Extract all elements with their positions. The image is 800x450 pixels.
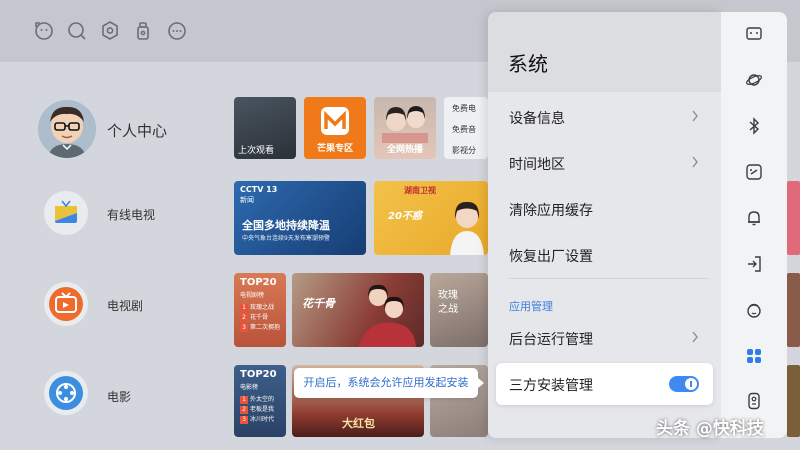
input-source-icon[interactable] (745, 255, 763, 273)
settings-icon[interactable] (98, 19, 122, 43)
rank-item: 冰川时代 (250, 416, 275, 423)
tile-caption: 上次观看 (238, 146, 275, 156)
install-tooltip: 开启后，系统会允许应用发起安装 (294, 368, 484, 398)
rank-sub: 电影榜 (240, 384, 259, 391)
rank-sub: 电视剧榜 (240, 292, 265, 299)
menu-item-label: 时间地区 (509, 157, 565, 173)
sidebar-item-label: 有线电视 (107, 208, 156, 222)
divider (509, 278, 709, 279)
hunan-tv-tile[interactable]: 湖南卫视 20不惑 (374, 181, 488, 255)
poster-image (450, 201, 484, 255)
panel-header: 系统 (488, 12, 721, 92)
rank-item: 玫瑰之战 (250, 304, 275, 311)
tile-caption: 全网热播 (386, 145, 423, 155)
series-icon (49, 287, 83, 321)
bluetooth-icon[interactable] (745, 117, 763, 135)
edge-thumbnail (787, 181, 800, 255)
edge-thumbnail (787, 365, 800, 437)
planet-icon[interactable] (745, 71, 763, 89)
sidebar-item-label: 电影 (107, 390, 132, 404)
refresh-face-icon[interactable] (32, 19, 56, 43)
sidebar-item-cable-tv[interactable] (44, 191, 88, 235)
sidebar-item-movie[interactable] (44, 371, 88, 415)
display-icon[interactable] (745, 25, 763, 43)
menu-item-clear-cache[interactable]: 清除应用缓存 (496, 188, 713, 230)
show-title: 20不惑 (388, 211, 422, 222)
install-toggle[interactable] (669, 376, 699, 392)
menu-item-label: 三方安装管理 (509, 378, 593, 394)
rank-list: 1 外太空的 2 老板是我 3 冰川时代 (240, 395, 274, 425)
sidebar-item-label: 电视剧 (107, 299, 144, 313)
system-settings-panel: 系统 设备信息 时间地区 清除应用缓存 恢复出厂设置 应用管理 后台运行管理 三… (488, 12, 721, 438)
top20-movie-tile[interactable]: TOP20 电影榜 1 外太空的 2 老板是我 3 冰川时代 (234, 365, 286, 437)
menu-item-background-run[interactable]: 后台运行管理 (496, 317, 713, 359)
panel-title: 系统 (508, 52, 548, 76)
recent-watch-tile[interactable]: 上次观看 (234, 97, 296, 159)
rank-item: 花千骨 (250, 314, 269, 321)
hot-tile[interactable]: 全网热播 (374, 97, 436, 159)
news-headline: 全国多地持续降温 (242, 219, 330, 232)
channel-badge: 湖南卫视 (404, 186, 436, 195)
edge-thumbnail (787, 273, 800, 347)
menu-item-label: 清除应用缓存 (509, 203, 593, 219)
chevron-right-icon (692, 331, 698, 343)
poster-title: 玫瑰之战 (438, 290, 458, 315)
menu-item-label: 后台运行管理 (509, 332, 593, 348)
sidebar-item-series[interactable] (44, 282, 88, 326)
rank-title: TOP20 (240, 369, 277, 380)
series-poster-tile[interactable]: 花千骨 (292, 273, 424, 347)
toggle-knob (685, 378, 697, 390)
free-item[interactable]: 影视分 (452, 145, 476, 156)
profile-label[interactable]: 个人中心 (107, 120, 167, 141)
channel-badge: CCTV 13 (240, 185, 278, 194)
rank-list: 1 玫瑰之战 2 花千骨 3 第二次拥抱 (240, 303, 280, 333)
poster-image (358, 284, 416, 347)
menu-item-factory-reset[interactable]: 恢复出厂设置 (496, 234, 713, 276)
avatar[interactable] (38, 100, 96, 158)
clean-icon[interactable] (131, 19, 155, 43)
free-item[interactable]: 免费电 (452, 103, 476, 114)
menu-item-label: 恢复出厂设置 (509, 249, 593, 265)
menu-item-device-info[interactable]: 设备信息 (496, 96, 713, 138)
search-icon[interactable] (65, 19, 89, 43)
tile-caption: 芒果专区 (316, 144, 353, 154)
mango-zone-tile[interactable]: 芒果专区 (304, 97, 366, 159)
rank-title: TOP20 (240, 277, 277, 288)
chevron-right-icon (692, 110, 698, 122)
free-item[interactable]: 免费音 (452, 124, 476, 135)
menu-item-third-party-install[interactable]: 三方安装管理 (496, 363, 713, 405)
rank-item: 老板是我 (250, 406, 275, 413)
face-icon[interactable] (745, 301, 763, 319)
tv-icon (55, 200, 77, 223)
remote-icon[interactable] (745, 392, 763, 410)
poster-title: 大红包 (342, 417, 375, 430)
bell-icon[interactable] (745, 209, 763, 227)
top20-series-tile[interactable]: TOP20 电视剧榜 1 玫瑰之战 2 花千骨 3 第二次拥抱 (234, 273, 286, 347)
rose-war-tile[interactable]: 玫瑰之战 (430, 273, 488, 347)
film-reel-icon (49, 376, 83, 410)
menu-item-label: 设备信息 (509, 111, 565, 127)
apps-grid-icon[interactable] (745, 347, 763, 365)
menu-item-time-region[interactable]: 时间地区 (496, 142, 713, 184)
poster-title: 花千骨 (302, 297, 335, 310)
message-icon[interactable] (165, 19, 189, 43)
screen-adjust-icon[interactable] (745, 163, 763, 181)
watermark: 头条 @快科技 (656, 419, 764, 439)
channel-sub: 新闻 (240, 196, 254, 204)
rank-item: 外太空的 (250, 396, 275, 403)
chevron-right-icon (692, 156, 698, 168)
news-ticker: 中央气象台连续9天发布寒潮预警 (242, 235, 330, 242)
cctv-live-tile[interactable]: CCTV 13 新闻 全国多地持续降温 中央气象台连续9天发布寒潮预警 (234, 181, 366, 255)
rank-item: 第二次拥抱 (250, 324, 281, 331)
settings-icon-rail (721, 12, 787, 438)
section-label: 应用管理 (509, 300, 553, 313)
